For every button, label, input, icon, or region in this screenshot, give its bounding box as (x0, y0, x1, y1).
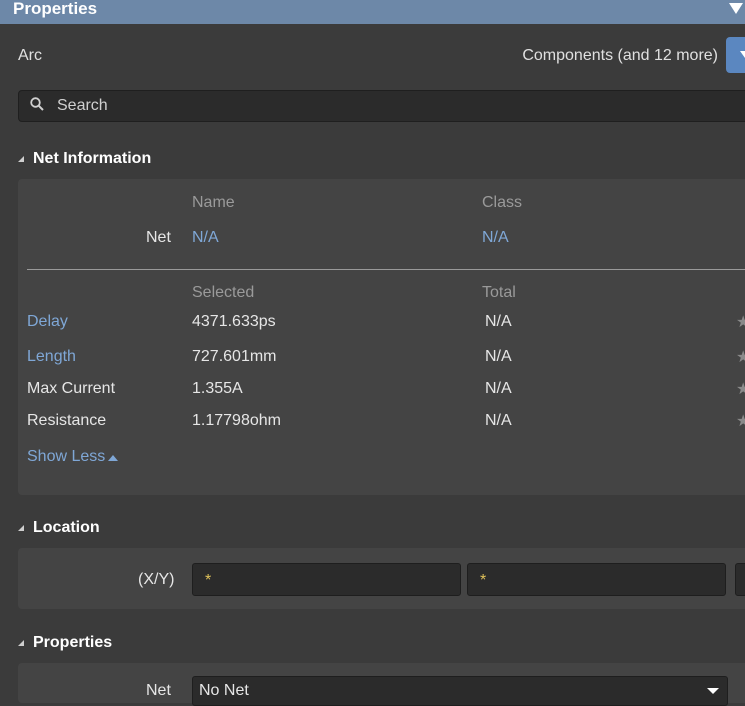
length-label[interactable]: Length (27, 348, 76, 366)
section-collapse-icon[interactable] (18, 640, 24, 646)
y-field[interactable] (467, 563, 726, 596)
resistance-label: Resistance (27, 412, 107, 429)
net-label: Net (146, 229, 171, 246)
star-icon[interactable]: ★ (736, 312, 745, 332)
net-information-panel (18, 179, 745, 495)
xy-label: (X/Y) (138, 571, 175, 588)
net-select-value: No Net (199, 682, 249, 699)
star-icon[interactable]: ★ (736, 379, 745, 399)
caret-up-icon[interactable] (108, 455, 118, 461)
net-select[interactable] (192, 676, 728, 706)
selected-column-header: Selected (192, 284, 255, 301)
length-total-value: N/A (485, 348, 512, 365)
triangle-down-icon[interactable] (729, 3, 743, 14)
resistance-total-value: N/A (485, 412, 512, 429)
properties-net-label: Net (146, 682, 171, 699)
length-selected-value: 727.601mm (192, 348, 277, 365)
section-title-properties[interactable]: Properties (33, 634, 112, 652)
resistance-selected-value: 1.17798ohm (192, 412, 281, 429)
net-name-value[interactable]: N/A (192, 229, 219, 247)
section-title-location[interactable]: Location (33, 519, 100, 537)
delay-total-value: N/A (485, 313, 512, 330)
net-class-value[interactable]: N/A (482, 229, 509, 247)
delay-selected-value: 4371.633ps (192, 313, 276, 330)
lock-button[interactable] (735, 563, 745, 596)
star-icon[interactable]: ★ (736, 347, 745, 367)
panel-title-bar (0, 0, 745, 24)
section-title-net-information[interactable]: Net Information (33, 150, 151, 168)
star-icon[interactable]: ★ (736, 411, 745, 431)
max-current-label: Max Current (27, 380, 116, 397)
search-placeholder: Search (57, 97, 108, 114)
x-field-value: * (205, 572, 212, 589)
filter-label[interactable]: Components (and 12 more) (522, 47, 718, 65)
total-column-header: Total (482, 284, 516, 301)
chevron-down-icon[interactable] (740, 51, 745, 58)
panel-title: Properties (13, 0, 98, 18)
x-field[interactable] (192, 563, 461, 596)
class-column-header: Class (482, 194, 523, 211)
section-collapse-icon[interactable] (18, 156, 24, 162)
delay-label[interactable]: Delay (27, 313, 68, 331)
show-less-link[interactable]: Show Less (27, 448, 105, 466)
search-icon (30, 97, 44, 111)
max-current-selected-value: 1.355A (192, 380, 243, 397)
chevron-down-icon[interactable] (707, 688, 719, 694)
object-type-label: Arc (18, 47, 42, 64)
divider (27, 269, 745, 270)
max-current-total-value: N/A (485, 380, 512, 397)
name-column-header: Name (192, 194, 235, 211)
y-field-value: * (480, 572, 487, 589)
section-collapse-icon[interactable] (18, 525, 24, 531)
search-input[interactable] (18, 90, 745, 122)
